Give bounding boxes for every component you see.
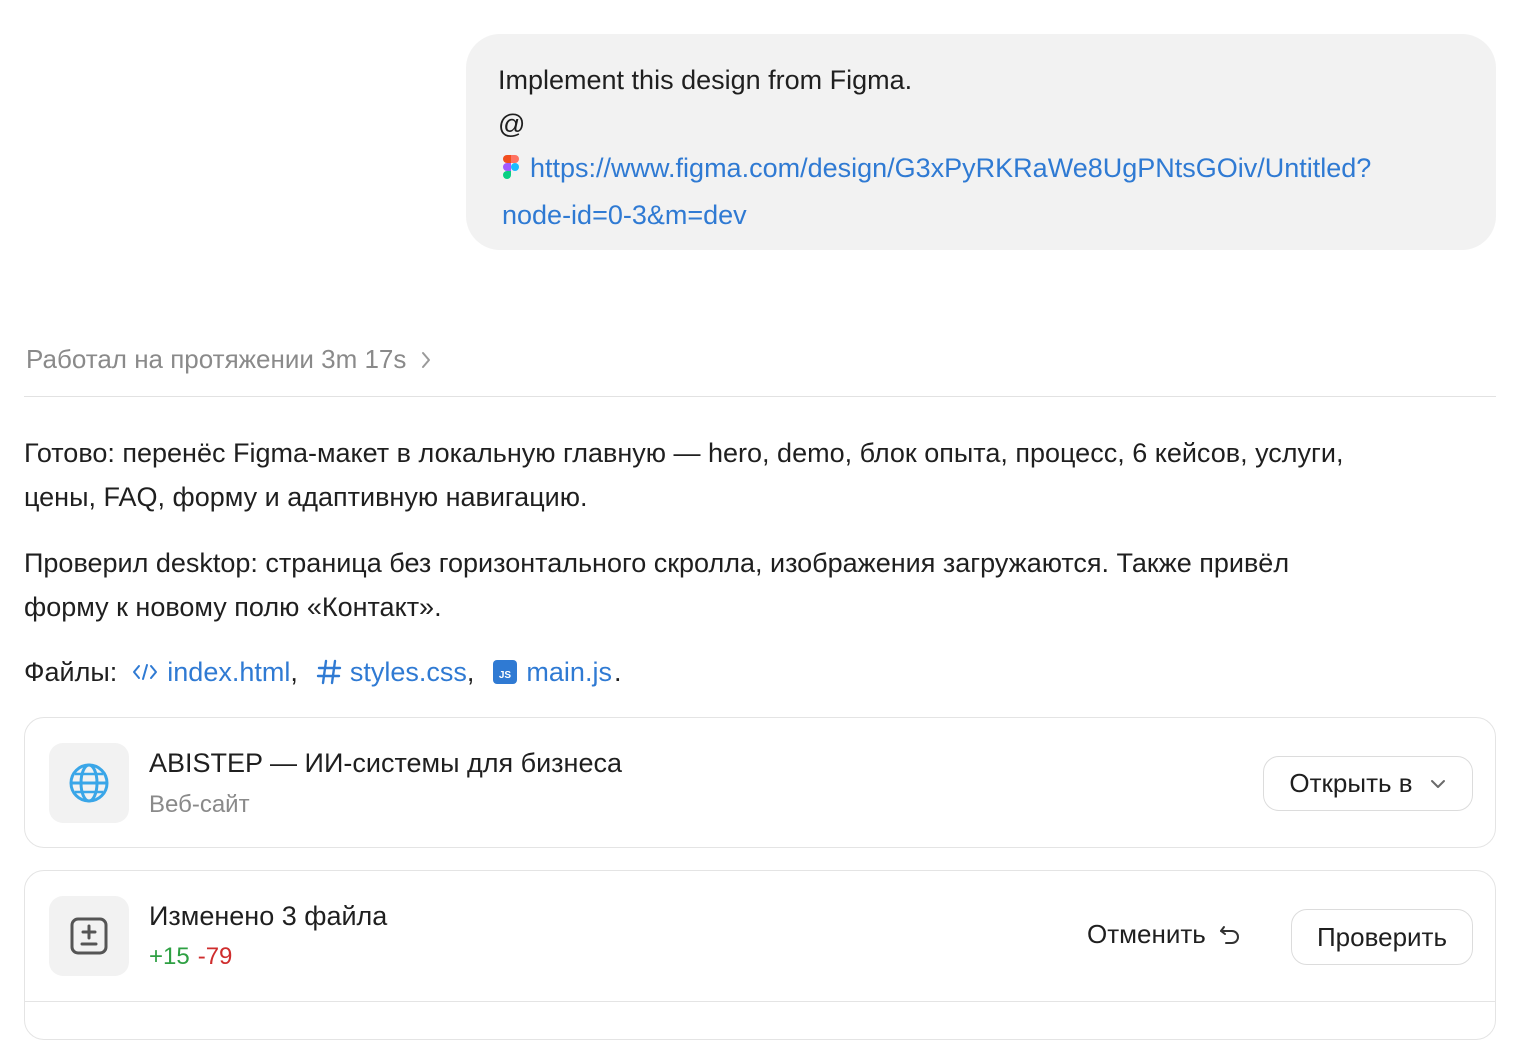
globe-icon [69,763,109,803]
site-title: ABISTEP — ИИ-системы для бизнеса [149,748,622,778]
figma-link-part-2[interactable]: node-id=0-3&m=dev [502,193,1464,237]
changes-card: Изменено 3 файла +15 -79 Отменить Провери… [24,870,1496,1040]
undo-label: Отменить [1087,919,1206,949]
worked-duration-toggle[interactable]: Работал на протяжении 3m 17s [26,344,432,375]
divider [24,396,1496,397]
changes-stats: +15 -79 [149,943,232,971]
paragraph-line: Проверил desktop: страница без горизонта… [24,548,1290,578]
files-label: Файлы: [24,657,118,687]
figma-icon [502,149,520,193]
deletions-count: -79 [197,943,233,970]
review-button[interactable]: Проверить [1291,909,1473,965]
file-link-index-html[interactable]: index.html [131,650,290,694]
card-divider [25,1001,1495,1002]
message-line-1: Implement this design from Figma. [498,65,913,95]
website-preview-card[interactable]: ABISTEP — ИИ-системы для бизнеса Веб-сай… [24,717,1496,848]
changes-title: Изменено 3 файла [149,901,388,931]
paragraph-line: цены, FAQ, форму и адаптивную навигацию. [24,482,588,512]
review-label: Проверить [1316,921,1448,952]
diff-icon-tile [49,896,129,976]
undo-button[interactable]: Отменить [1087,919,1242,950]
worked-duration-label: Работал на протяжении 3m 17s [26,344,407,374]
file-name: index.html [167,657,291,687]
hash-icon [316,658,342,686]
site-icon-tile [49,743,129,823]
file-link-styles-css[interactable]: styles.css [316,650,467,694]
undo-icon [1219,925,1239,944]
js-file-icon: JS [492,659,518,685]
code-icon [131,661,159,683]
figma-link-part-1[interactable]: https://www.figma.com/design/G3xPyRKRaWe… [530,153,1371,183]
file-name: styles.css [349,657,467,687]
svg-text:JS: JS [499,670,512,681]
additions-count: +15 [149,943,190,970]
open-in-button[interactable]: Открыть в [1263,756,1473,811]
chevron-down-icon [1430,779,1445,788]
file-name: main.js [526,657,612,687]
paragraph-line: форму к новому полю «Контакт». [24,592,442,622]
file-link-main-js[interactable]: JS main.js [492,650,612,694]
chevron-right-icon [422,351,431,368]
files-list: Файлы: index.html , styles.css , JS main… [24,650,621,694]
response-paragraph-1: Готово: перенёс Figma-макет в локальную … [24,431,1494,519]
separator: , [290,657,298,687]
separator: . [613,657,622,687]
user-message-bubble: Implement this design from Figma. @ http… [466,34,1496,250]
separator: , [466,657,475,687]
figma-link-line[interactable]: https://www.figma.com/design/G3xPyRKRaWe… [498,146,1464,193]
response-paragraph-2: Проверил desktop: страница без горизонта… [24,541,1494,629]
site-subtitle: Веб-сайт [149,791,250,818]
diff-icon [70,917,108,955]
paragraph-line: Готово: перенёс Figma-макет в локальную … [24,438,1344,468]
message-line-2: @ [498,109,526,139]
open-in-label: Открыть в [1289,768,1413,798]
